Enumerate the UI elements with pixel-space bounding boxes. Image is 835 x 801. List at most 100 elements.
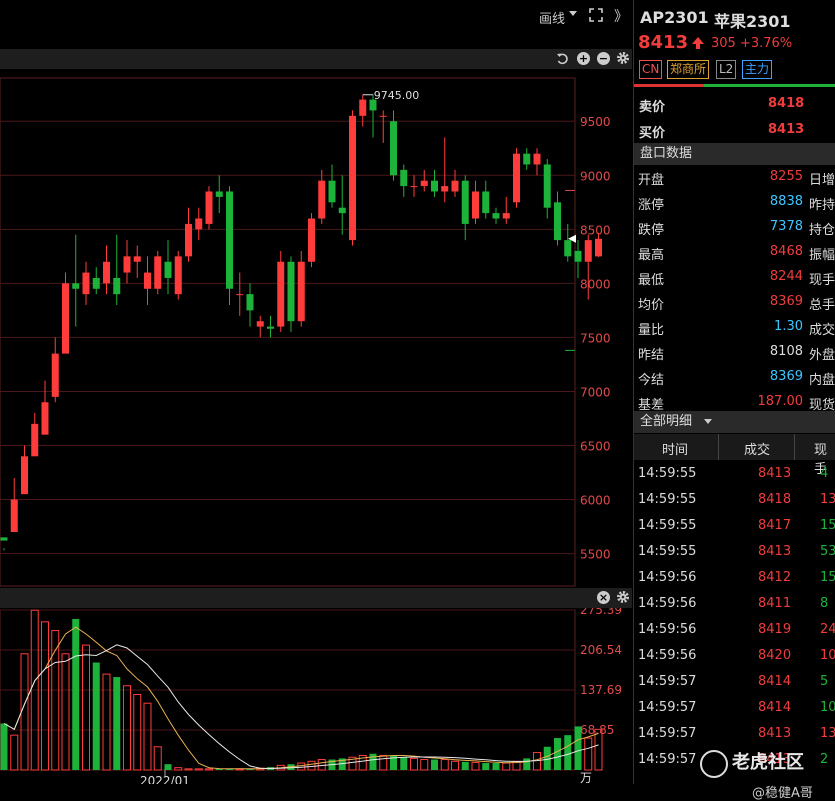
watermark-brand: 老虎社区 [732, 752, 804, 773]
chart-toolbar: 画线 》 [0, 0, 632, 32]
volume-bar [379, 754, 388, 771]
candle-body [144, 272, 151, 289]
trade-qty: 13 [820, 492, 835, 507]
volume-bar [153, 746, 162, 771]
quote-value: 8468 [769, 244, 803, 259]
quote-right-label: 现手 [809, 273, 835, 288]
chevron-down-icon[interactable] [569, 11, 577, 16]
candle-body [523, 153, 531, 165]
volume-bar [205, 768, 213, 771]
settings-gear-icon[interactable] [616, 590, 630, 604]
trade-qty: 53 [820, 544, 835, 559]
trade-qty: 4 [820, 466, 829, 481]
gear-icon[interactable] [616, 51, 630, 65]
bid-label: 买价 [639, 126, 666, 141]
trade-price: 8414 [758, 674, 792, 689]
candle-body [10, 499, 18, 532]
candle-body [31, 423, 39, 457]
plot-frame [0, 77, 576, 587]
candle-body [564, 240, 572, 257]
col-price: 成交 [744, 443, 771, 458]
up-arrow-icon [692, 37, 704, 44]
trade-qty: 5 [820, 674, 829, 689]
close-icon[interactable]: × [597, 591, 610, 604]
trade-qty: 10 [820, 648, 835, 663]
volume-bar [307, 760, 316, 771]
trade-row: 14:59:56 8412 15 [634, 565, 835, 591]
quote-right-label: 日增 [809, 173, 835, 188]
trade-row: 14:59:55 8413 4 [634, 461, 835, 487]
trade-row: 14:59:57 8414 10 [634, 695, 835, 721]
volume-bar [471, 761, 480, 771]
quote-row: 最低 8244 现手 [634, 265, 835, 290]
candle-body [277, 261, 285, 327]
volume-bar [102, 673, 111, 771]
quote-right-label: 昨持 [809, 198, 835, 213]
buy-ratio-bar [634, 84, 704, 87]
candle-body [195, 218, 203, 230]
collapse-panel-icon[interactable]: 》 [614, 6, 628, 26]
candle-body [92, 277, 100, 289]
zoom-out-icon[interactable]: − [597, 52, 610, 65]
quote-section-header[interactable]: 盘口数据 [634, 143, 835, 165]
candle-body [21, 456, 28, 495]
undo-icon[interactable] [556, 52, 569, 65]
quote-label: 昨结 [638, 348, 665, 363]
volume-bar [41, 621, 49, 771]
volume-bar [533, 752, 541, 771]
quote-right-label: 总手 [809, 298, 835, 313]
price-tick-label: 6000 [580, 494, 611, 508]
price-change: 305 +3.76% [711, 36, 792, 51]
trade-price: 8419 [758, 622, 792, 637]
candlestick-chart[interactable]: 9500 9000 8500 8000 7500 7000 6500 6000 5500 9745… [0, 70, 632, 588]
trades-table-header: 时间 成交 现手 [634, 434, 835, 477]
fullscreen-icon[interactable] [589, 8, 603, 22]
price-tick-label: 5500 [580, 548, 611, 562]
volume-bar [492, 763, 500, 770]
volume-bar [51, 630, 60, 771]
quote-label: 跌停 [638, 223, 665, 238]
last-price: 8413 [638, 32, 689, 53]
volume-chart[interactable]: 275.39 206.54 137.69 68.85 万 2022/01 [0, 608, 632, 784]
volume-bar [194, 768, 203, 771]
trade-time: 14:59:57 [638, 674, 697, 689]
trade-time: 14:59:55 [638, 518, 697, 533]
candle-body [472, 191, 479, 219]
quote-right-label: 持仓 [809, 223, 835, 238]
trades-section-header[interactable]: 全部明细 [634, 411, 835, 433]
quote-right-label: 成交 [809, 323, 835, 338]
candle-body [103, 261, 110, 284]
candle-body [379, 115, 387, 117]
candle-body [338, 207, 346, 214]
bid-row: 买价 8413 [634, 117, 835, 143]
trade-row: 14:59:55 8418 13 [634, 487, 835, 513]
candle-body [174, 256, 182, 295]
ask-price: 8418 [768, 96, 805, 111]
ask-row: 卖价 8418 [634, 91, 835, 117]
candle-body [0, 537, 8, 541]
volume-bar [61, 653, 70, 771]
trade-time: 14:59:57 [638, 726, 697, 741]
candle-body [62, 283, 69, 354]
symbol-code: AP2301 [640, 8, 709, 27]
change-value: 305 [711, 36, 736, 51]
trade-time: 14:59:56 [638, 570, 697, 585]
chevron-down-icon[interactable] [704, 419, 713, 424]
candle-body [349, 115, 356, 241]
quote-value: 8255 [769, 169, 803, 184]
candle-body [226, 191, 233, 289]
candle-body [502, 213, 510, 219]
quote-label: 开盘 [638, 173, 665, 188]
trade-time: 14:59:57 [638, 700, 697, 715]
zoom-in-icon[interactable]: + [577, 52, 590, 65]
candle-body [390, 121, 397, 176]
trade-qty: 2 [820, 752, 829, 767]
candle-body [133, 256, 141, 262]
volume-bar [0, 723, 8, 770]
draw-line-button[interactable]: 画线 [539, 8, 565, 27]
volume-bar [574, 726, 582, 770]
trade-qty: 15 [820, 518, 835, 533]
candle-body [461, 180, 469, 224]
candle-body [51, 353, 59, 397]
candle-body [236, 294, 244, 296]
